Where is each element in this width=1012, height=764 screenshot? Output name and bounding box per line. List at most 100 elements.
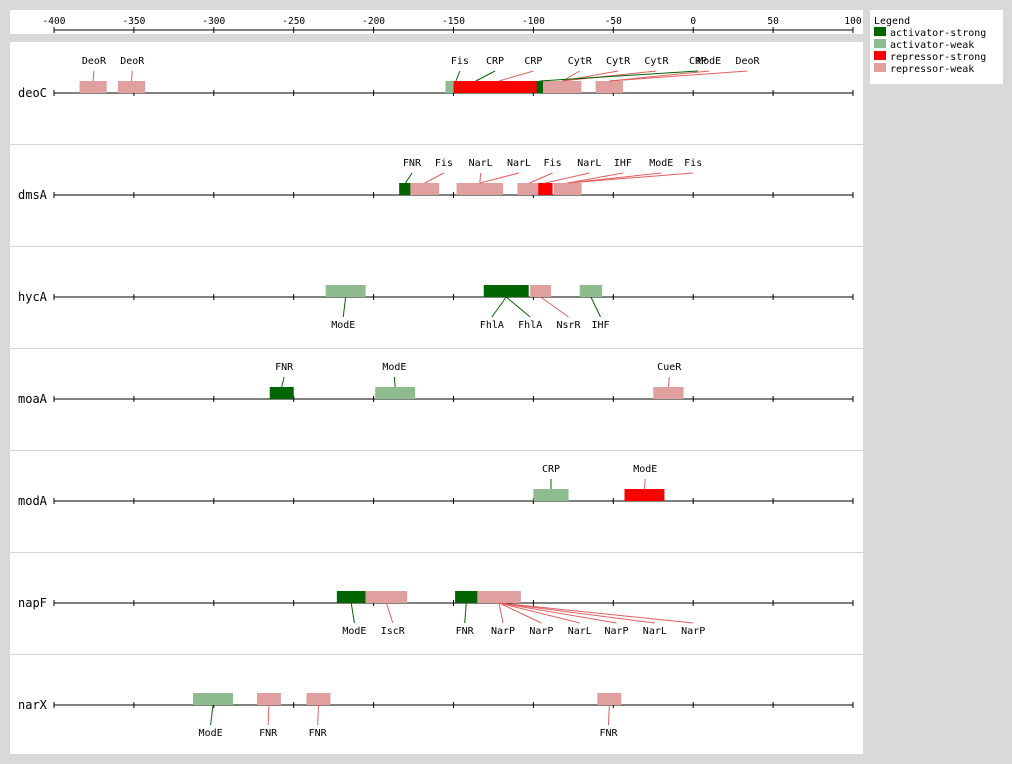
gene-track-narX: narX ModE FNR FNR FNR [18, 693, 854, 739]
site-connector [267, 704, 270, 726]
site-label: CueR [657, 362, 682, 373]
binding-site-crp[interactable] [453, 81, 545, 93]
site-label: NarL [568, 626, 592, 637]
binding-site-narl[interactable] [538, 183, 553, 195]
site-connector [479, 172, 482, 184]
site-label: FNR [309, 728, 328, 739]
site-label: FNR [259, 728, 278, 739]
binding-site-fis[interactable] [554, 183, 582, 195]
site-connector [529, 172, 553, 184]
legend-swatch-activator-strong [874, 27, 886, 36]
legend-label: repressor-strong [890, 52, 986, 63]
site-connector [350, 602, 355, 624]
binding-site-fhla[interactable] [483, 285, 529, 297]
site-connector [590, 296, 601, 318]
site-label: CRP [524, 56, 542, 67]
binding-site-fnr[interactable] [306, 693, 331, 705]
gene-name: napF [18, 596, 47, 610]
binding-site-crp[interactable] [536, 81, 543, 93]
site-label: IscR [381, 626, 406, 637]
binding-site-mode[interactable] [325, 285, 366, 297]
gene-track-moaA: moaA FNR ModE CueR [18, 362, 854, 406]
site-label: ModE [697, 56, 721, 67]
site-label: NarL [469, 158, 493, 169]
site-label: DeoR [120, 56, 145, 67]
site-label: Fis [544, 158, 562, 169]
site-label: IHF [614, 158, 632, 169]
ruler-tick-label: -50 [605, 16, 622, 27]
site-label: NarL [507, 158, 531, 169]
site-connector [317, 704, 319, 726]
binding-site-mode[interactable] [336, 591, 366, 603]
site-connector [498, 602, 580, 624]
site-connector [608, 704, 610, 726]
site-connector [643, 478, 646, 490]
site-label: FNR [403, 158, 422, 169]
binding-site-ihf[interactable] [579, 285, 603, 297]
site-connector [131, 70, 133, 82]
site-label: IHF [591, 320, 609, 331]
binding-site-fnr[interactable] [256, 693, 281, 705]
gene-name: narX [18, 698, 48, 712]
binding-site-deor[interactable] [117, 81, 146, 93]
binding-site-cuer[interactable] [653, 387, 684, 399]
site-label: FhlA [480, 320, 504, 331]
binding-site-fis[interactable] [517, 183, 542, 195]
binding-site-narl[interactable] [456, 183, 504, 195]
binding-site-fnr[interactable] [455, 591, 478, 603]
ruler-tick-label: -350 [122, 16, 145, 27]
site-connector [667, 376, 670, 388]
legend-swatch-repressor-strong [874, 51, 886, 60]
site-connector [491, 296, 507, 318]
binding-site-nsrr[interactable] [530, 285, 551, 297]
binding-site-cytr[interactable] [542, 81, 582, 93]
site-connector [540, 296, 569, 318]
ruler-tick-label: 100 [844, 16, 861, 27]
site-label: CytR [568, 56, 593, 67]
site-label: CytR [644, 56, 669, 67]
binding-site-mode[interactable] [624, 489, 665, 501]
site-label: ModE [633, 464, 657, 475]
legend-content: Legend activator-strongactivator-weakrep… [874, 16, 986, 75]
gene-track-hycA: hycA ModE FhlA FhlA NsrR IHF [18, 285, 854, 331]
site-connector [505, 296, 531, 318]
binding-site-crp[interactable] [533, 489, 569, 501]
binding-site-fnr[interactable] [269, 387, 294, 399]
binding-site-mode[interactable] [375, 387, 416, 399]
site-label: ModE [382, 362, 406, 373]
binding-site-fnr[interactable] [597, 693, 622, 705]
binding-site-deor[interactable] [595, 81, 623, 93]
ruler-tick-label: -400 [43, 16, 66, 27]
legend-swatch-activator-weak [874, 39, 886, 48]
site-label: ModE [649, 158, 673, 169]
site-label: NarP [529, 626, 553, 637]
site-label: Fis [451, 56, 469, 67]
site-label: Fis [435, 158, 453, 169]
site-connector [342, 296, 347, 318]
binding-site-iscr[interactable] [365, 591, 408, 603]
binding-site-mode[interactable] [193, 693, 233, 705]
site-connector [405, 172, 413, 184]
site-connector [567, 172, 694, 184]
gene-track-modA: modA CRP ModE [18, 464, 854, 508]
site-label: DeoR [735, 56, 760, 67]
site-connector [92, 70, 95, 82]
binding-site-fis[interactable] [410, 183, 440, 195]
legend-label: repressor-weak [890, 64, 974, 75]
ruler-tick-label: 0 [690, 16, 696, 27]
site-connector [393, 376, 396, 388]
site-label: NsrR [557, 320, 582, 331]
site-label: FNR [599, 728, 618, 739]
site-label: ModE [199, 728, 223, 739]
site-connector [210, 704, 214, 726]
site-label: FhlA [518, 320, 542, 331]
gene-tracks: deoC DeoR DeoR Fis CRP CRP CytR CytR CytR CRP ModE… [18, 56, 854, 739]
site-label: FNR [456, 626, 475, 637]
site-connector [281, 376, 285, 388]
binding-site-fnr[interactable] [399, 183, 412, 195]
binding-site-narp[interactable] [477, 591, 521, 603]
ruler-tick-label: -250 [282, 16, 305, 27]
site-connector [479, 172, 520, 184]
binding-site-deor[interactable] [79, 81, 107, 93]
regulation-diagram: -400 -350 -300 -250 -200 -150 -100 -50 0 50 100 de… [10, 16, 986, 739]
